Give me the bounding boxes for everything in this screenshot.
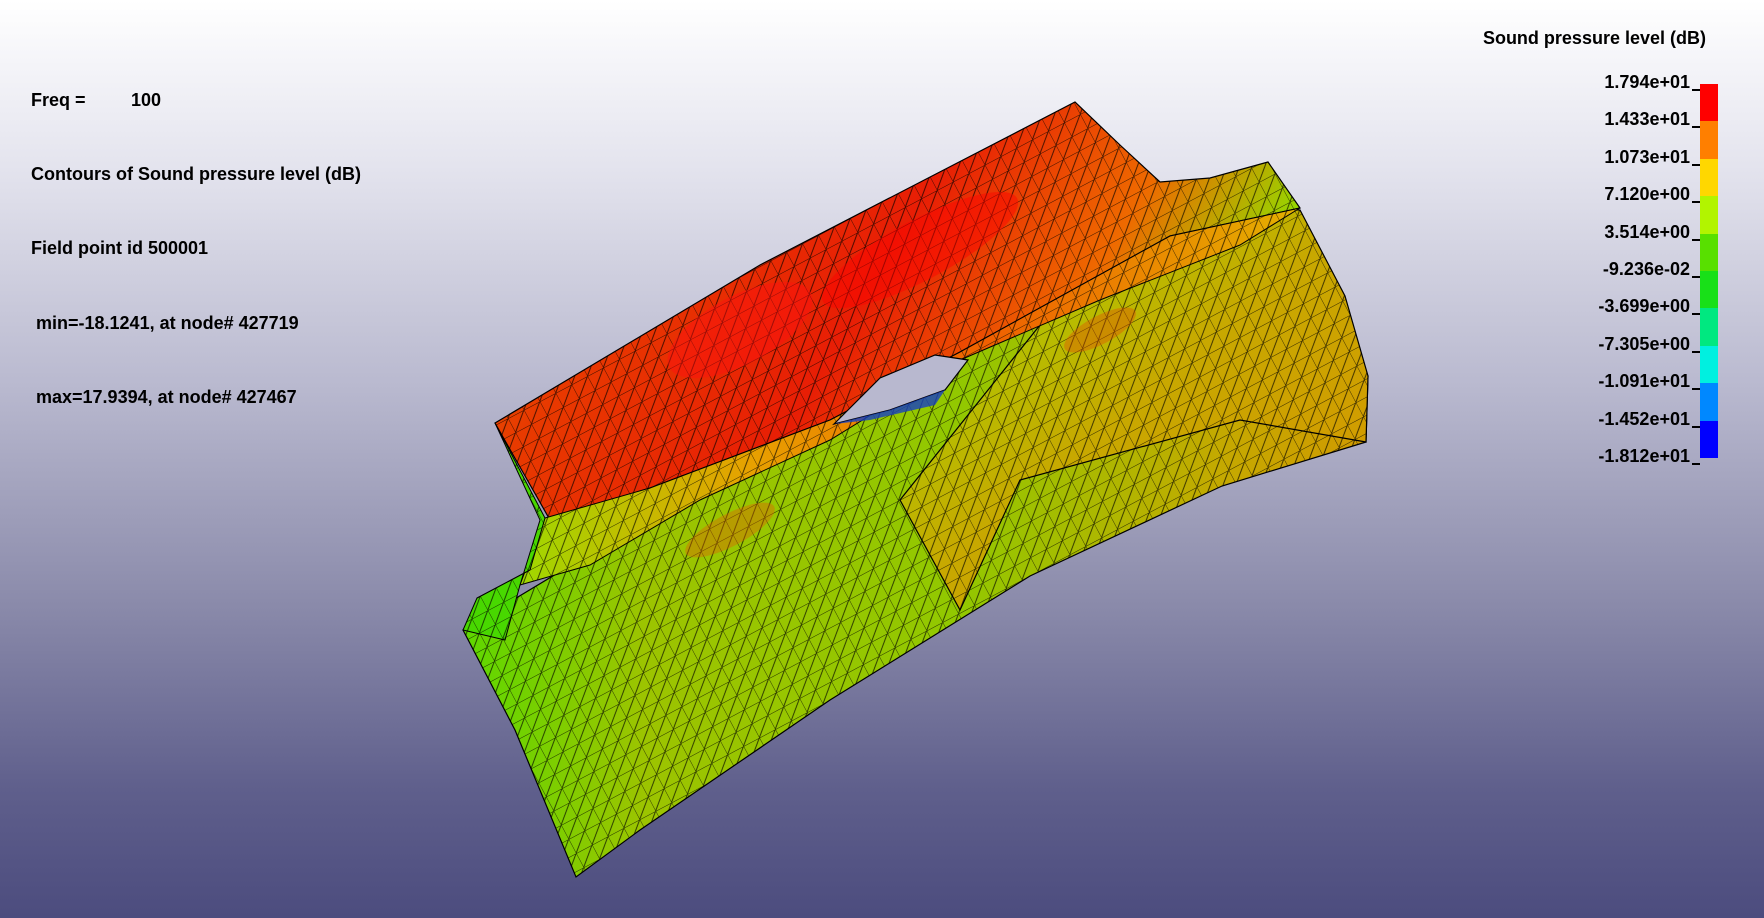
- legend-title: Sound pressure level (dB): [1482, 28, 1706, 48]
- contours-title: Contours of Sound pressure level (dB): [31, 163, 362, 184]
- color-bar-segment: [1700, 158, 1718, 197]
- legend-tick-label: 7.120e+00: [1604, 184, 1690, 205]
- legend-tick-mark: [1692, 201, 1700, 204]
- color-bar-segment: [1700, 383, 1718, 422]
- color-bar-segment: [1700, 345, 1718, 384]
- legend-tick-mark: [1692, 163, 1700, 166]
- legend-tick-label: -1.452e+01: [1598, 408, 1690, 429]
- color-bar: [1700, 84, 1718, 459]
- legend-tick-label: 1.794e+01: [1604, 72, 1690, 92]
- min-value: min=-18.1241, at node# 427719: [31, 312, 299, 333]
- freq-label: Freq =: [31, 89, 86, 110]
- legend-tick-label: -3.699e+00: [1598, 296, 1690, 317]
- legend-tick-label: 1.073e+01: [1604, 146, 1690, 167]
- color-bar-segment: [1700, 196, 1718, 235]
- legend-tick-label: -1.091e+01: [1598, 371, 1690, 392]
- legend-tick-mark: [1692, 89, 1700, 91]
- color-bar-segment: [1700, 233, 1718, 272]
- legend-tick-mark: [1692, 350, 1700, 353]
- legend-tick-label: -9.236e-02: [1602, 259, 1690, 279]
- mesh-model: [462, 101, 1369, 878]
- legend-tick-mark: [1692, 313, 1700, 316]
- legend-tick-mark: [1692, 238, 1700, 241]
- result-info: Freq = 100 Contours of Sound pressure lev…: [31, 38, 361, 435]
- color-bar-segment: [1700, 84, 1718, 122]
- freq-value: 100: [131, 89, 162, 110]
- legend-tick-label: -7.305e+00: [1598, 333, 1690, 354]
- color-bar-segment: [1700, 308, 1718, 347]
- legend-tick-mark: [1692, 276, 1700, 278]
- legend-tick-label: -1.812e+01: [1598, 446, 1690, 466]
- color-bar-segment: [1700, 420, 1718, 459]
- color-bar-segment: [1700, 121, 1718, 160]
- legend-tick-mark: [1692, 425, 1700, 428]
- max-value: max=17.9394, at node# 427467: [31, 387, 297, 408]
- legend-tick-mark: [1692, 126, 1700, 129]
- legend-tick-label: 3.514e+00: [1604, 221, 1690, 242]
- legend-tick-mark: [1692, 463, 1700, 465]
- legend-tick-label: 1.433e+01: [1604, 109, 1690, 130]
- color-bar-segment: [1700, 271, 1718, 309]
- field-point-id: Field point id 500001: [31, 238, 209, 259]
- legend-tick-mark: [1692, 388, 1700, 391]
- freq-row: Freq = 100: [31, 88, 361, 113]
